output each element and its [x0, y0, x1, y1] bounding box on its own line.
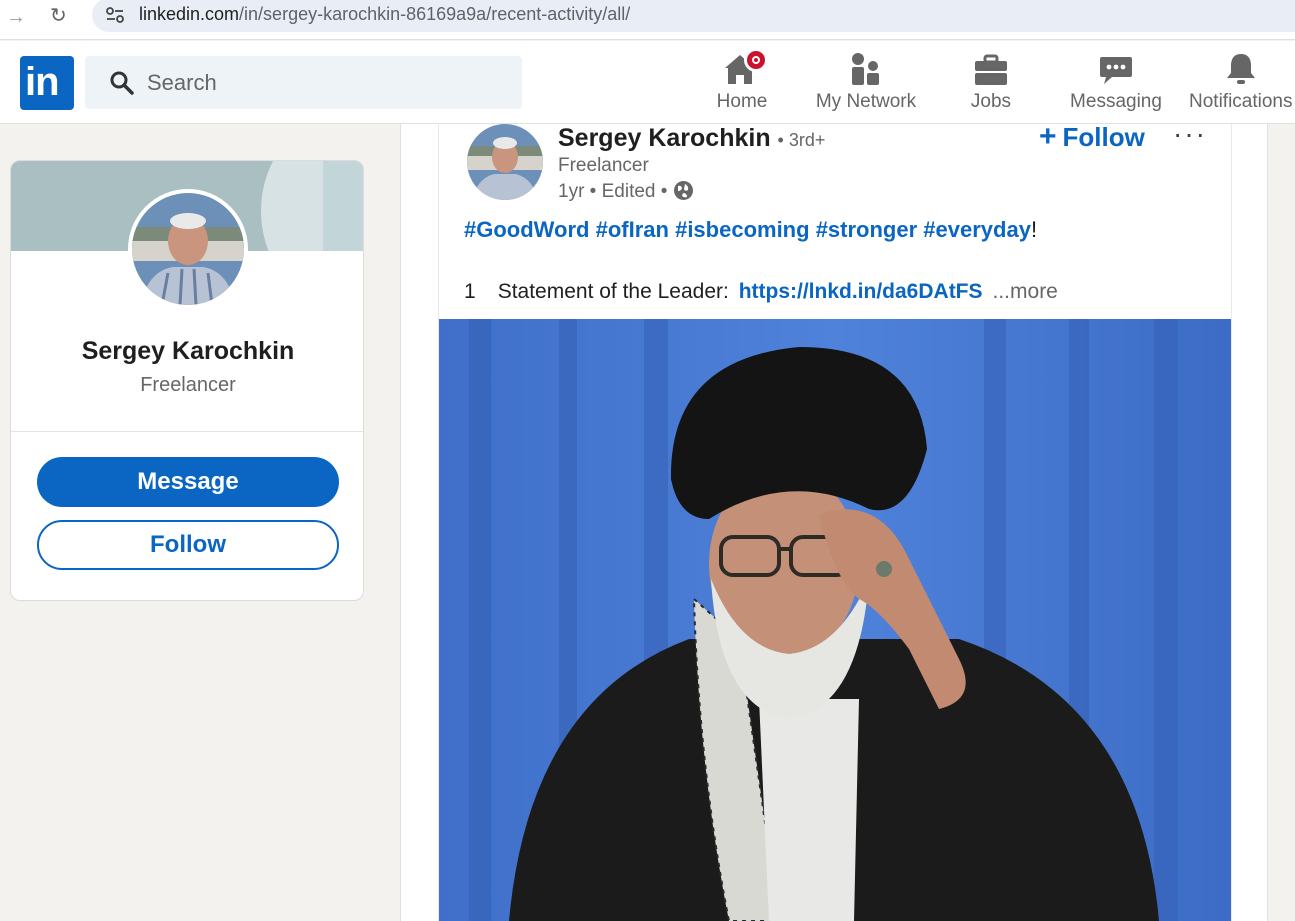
nav-my-network[interactable]: My Network: [812, 41, 920, 124]
nav-notifications[interactable]: Notifications: [1186, 41, 1295, 124]
post-link[interactable]: https://lnkd.in/da6DAtFS: [739, 280, 983, 303]
divider: [11, 431, 363, 432]
people-icon: [852, 53, 879, 85]
more-options-icon[interactable]: ···: [1173, 118, 1207, 150]
post-author-avatar[interactable]: [467, 124, 543, 200]
globe-icon: [673, 181, 693, 200]
post-follow-label: Follow: [1062, 122, 1145, 152]
profile-card: Sergey Karochkin Freelancer Message Foll…: [10, 160, 364, 601]
nav-notifications-label: Notifications: [1189, 91, 1293, 112]
reload-icon[interactable]: ↻: [50, 3, 67, 28]
post-card: Sergey Karochkin • 3rd+ Freelancer 1yr •…: [438, 118, 1232, 921]
line-text: Statement of the Leader:: [497, 280, 729, 303]
post-author-name[interactable]: Sergey Karochkin • 3rd+: [558, 124, 825, 153]
post-follow-button[interactable]: + Follow: [1039, 120, 1145, 154]
nav-jobs-label: Jobs: [970, 91, 1012, 112]
avatar[interactable]: [128, 189, 248, 309]
post-image[interactable]: [439, 319, 1231, 921]
follow-button[interactable]: Follow: [37, 520, 339, 570]
profile-name[interactable]: Sergey Karochkin: [11, 337, 363, 366]
address-bar[interactable]: linkedin.com/in/sergey-karochkin-86169a9…: [92, 0, 1295, 32]
profile-headline: Freelancer: [140, 374, 236, 396]
hashtag-link[interactable]: #everyday: [923, 217, 1031, 242]
nav-jobs[interactable]: Jobs: [962, 41, 1020, 124]
post-meta: 1yr • Edited •: [558, 180, 694, 203]
nav-my-network-label: My Network: [815, 91, 917, 112]
chat-bubble-icon: [1100, 57, 1132, 84]
post-hashtags: #GoodWord #ofIran #isbecoming #stronger …: [464, 217, 1037, 243]
message-button[interactable]: Message: [37, 457, 339, 507]
nav-messaging-label: Messaging: [1070, 91, 1162, 112]
url-path: /in/sergey-karochkin-86169a9a/recent-act…: [239, 4, 631, 24]
see-more-button[interactable]: ...more: [993, 280, 1058, 303]
nav-home[interactable]: Home: [712, 41, 772, 124]
forward-arrow-icon[interactable]: →: [6, 6, 26, 29]
plus-icon: +: [1039, 120, 1057, 153]
search-box[interactable]: [85, 56, 522, 109]
hashtag-link[interactable]: #stronger: [816, 217, 917, 242]
search-icon: [110, 71, 134, 95]
search-input[interactable]: [147, 66, 507, 100]
author-name-text: Sergey Karochkin: [558, 124, 771, 152]
hashtag-link[interactable]: #isbecoming: [675, 217, 809, 242]
browser-toolbar: → ↻ linkedin.com/in/sergey-karochkin-861…: [0, 0, 1295, 40]
hashtag-link[interactable]: #GoodWord: [464, 217, 589, 242]
nav-home-label: Home: [716, 91, 768, 112]
hashtag-link[interactable]: #ofIran: [596, 217, 669, 242]
post-timestamp: 1yr • Edited •: [558, 181, 668, 202]
nav-messaging[interactable]: Messaging: [1068, 41, 1164, 124]
linkedin-logo[interactable]: in: [20, 56, 74, 110]
site-settings-icon[interactable]: [106, 7, 124, 23]
briefcase-icon: [975, 54, 1007, 85]
feed-column: Sergey Karochkin • 3rd+ Freelancer 1yr •…: [400, 118, 1268, 921]
logo-text: in: [25, 60, 60, 104]
url-host: linkedin.com: [139, 4, 240, 24]
connection-degree: • 3rd+: [777, 130, 826, 150]
linkedin-header: in Home My Network Jobs: [0, 41, 1295, 124]
line-number: 1: [464, 280, 476, 303]
hashtag-suffix: !: [1030, 217, 1038, 242]
url-text[interactable]: linkedin.com/in/sergey-karochkin-86169a9…: [139, 4, 630, 25]
notification-badge: [744, 48, 768, 72]
bell-icon: [1227, 54, 1255, 84]
post-text-line: 1 Statement of the Leader: https://lnkd.i…: [464, 280, 1058, 304]
post-author-headline: Freelancer: [558, 155, 649, 176]
